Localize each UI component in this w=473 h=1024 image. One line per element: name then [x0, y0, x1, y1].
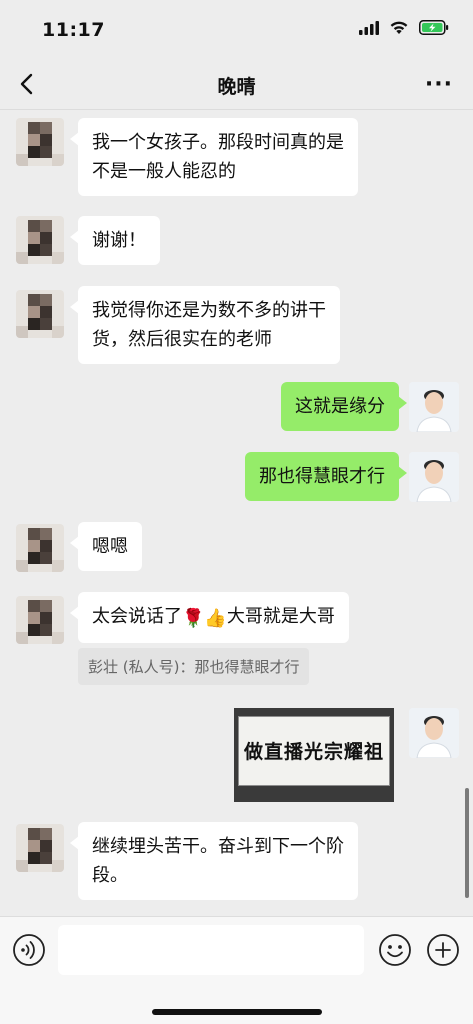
message-bubble-sent[interactable]: 那也得慧眼才行: [245, 452, 407, 501]
message-bubble-received[interactable]: 太会说话了🌹👍大哥就是大哥: [70, 592, 349, 643]
contact-avatar[interactable]: [16, 216, 64, 264]
chat-title: 晚晴: [217, 76, 256, 98]
message-line: 货，然后很实在的老师: [92, 329, 272, 350]
more-button[interactable]: ···: [425, 72, 453, 97]
emoji-icon[interactable]: [378, 933, 412, 967]
contact-avatar[interactable]: [16, 524, 64, 572]
contact-avatar[interactable]: [16, 596, 64, 644]
status-bar: 11:17: [0, 0, 473, 58]
message-text: 大哥就是大哥: [226, 606, 335, 627]
message-line: 我一个女孩子。那段时间真的是: [92, 132, 344, 153]
calligraphy-board: 做直播光宗耀祖: [238, 716, 390, 786]
battery-charging-icon: [419, 20, 449, 35]
message-bubble-received[interactable]: 我一个女孩子。那段时间真的是 不是一般人能忍的: [70, 118, 358, 196]
voice-icon[interactable]: [12, 933, 46, 967]
message-text: 太会说话了: [92, 606, 182, 627]
plus-icon[interactable]: [426, 933, 460, 967]
user-avatar[interactable]: [409, 452, 459, 502]
chat-area[interactable]: 我一个女孩子。那段时间真的是 不是一般人能忍的 谢谢！ 我觉得你还是为数不多的讲…: [0, 110, 473, 916]
input-bar: [0, 916, 473, 1024]
contact-avatar[interactable]: [16, 118, 64, 166]
message-bubble-received[interactable]: 我觉得你还是为数不多的讲干 货，然后很实在的老师: [70, 286, 340, 364]
signal-icon: [359, 20, 379, 35]
image-message[interactable]: 做直播光宗耀祖: [234, 708, 394, 802]
scrollbar[interactable]: [465, 788, 469, 898]
user-avatar[interactable]: [409, 382, 459, 432]
message-bubble-received[interactable]: 嗯嗯: [70, 522, 142, 571]
quoted-message[interactable]: 彭壮 (私人号)：那也得慧眼才行: [78, 648, 310, 685]
nav-bar: 晚晴 ···: [0, 58, 473, 110]
calligraphy-text: 做直播光宗耀祖: [243, 741, 384, 763]
message-input[interactable]: [58, 925, 364, 975]
home-indicator: [152, 1009, 322, 1015]
contact-avatar[interactable]: [16, 290, 64, 338]
message-bubble-received[interactable]: 谢谢！: [70, 216, 160, 265]
wifi-icon: [390, 21, 408, 34]
status-icons: [359, 20, 449, 35]
message-bubble-received[interactable]: 继续埋头苦干。奋斗到下一个阶 段。: [70, 822, 358, 900]
contact-avatar[interactable]: [16, 824, 64, 872]
message-line: 继续埋头苦干。奋斗到下一个阶: [92, 836, 344, 857]
message-line: 段。: [92, 865, 128, 886]
message-line: 我觉得你还是为数不多的讲干: [92, 300, 326, 321]
message-line: 不是一般人能忍的: [92, 161, 236, 182]
status-time: 11:17: [42, 19, 105, 41]
rose-emoji-icon: 🌹: [182, 608, 205, 629]
user-avatar[interactable]: [409, 708, 459, 758]
thumbs-up-emoji-icon: 👍: [204, 608, 227, 629]
message-bubble-sent[interactable]: 这就是缘分: [281, 382, 407, 431]
